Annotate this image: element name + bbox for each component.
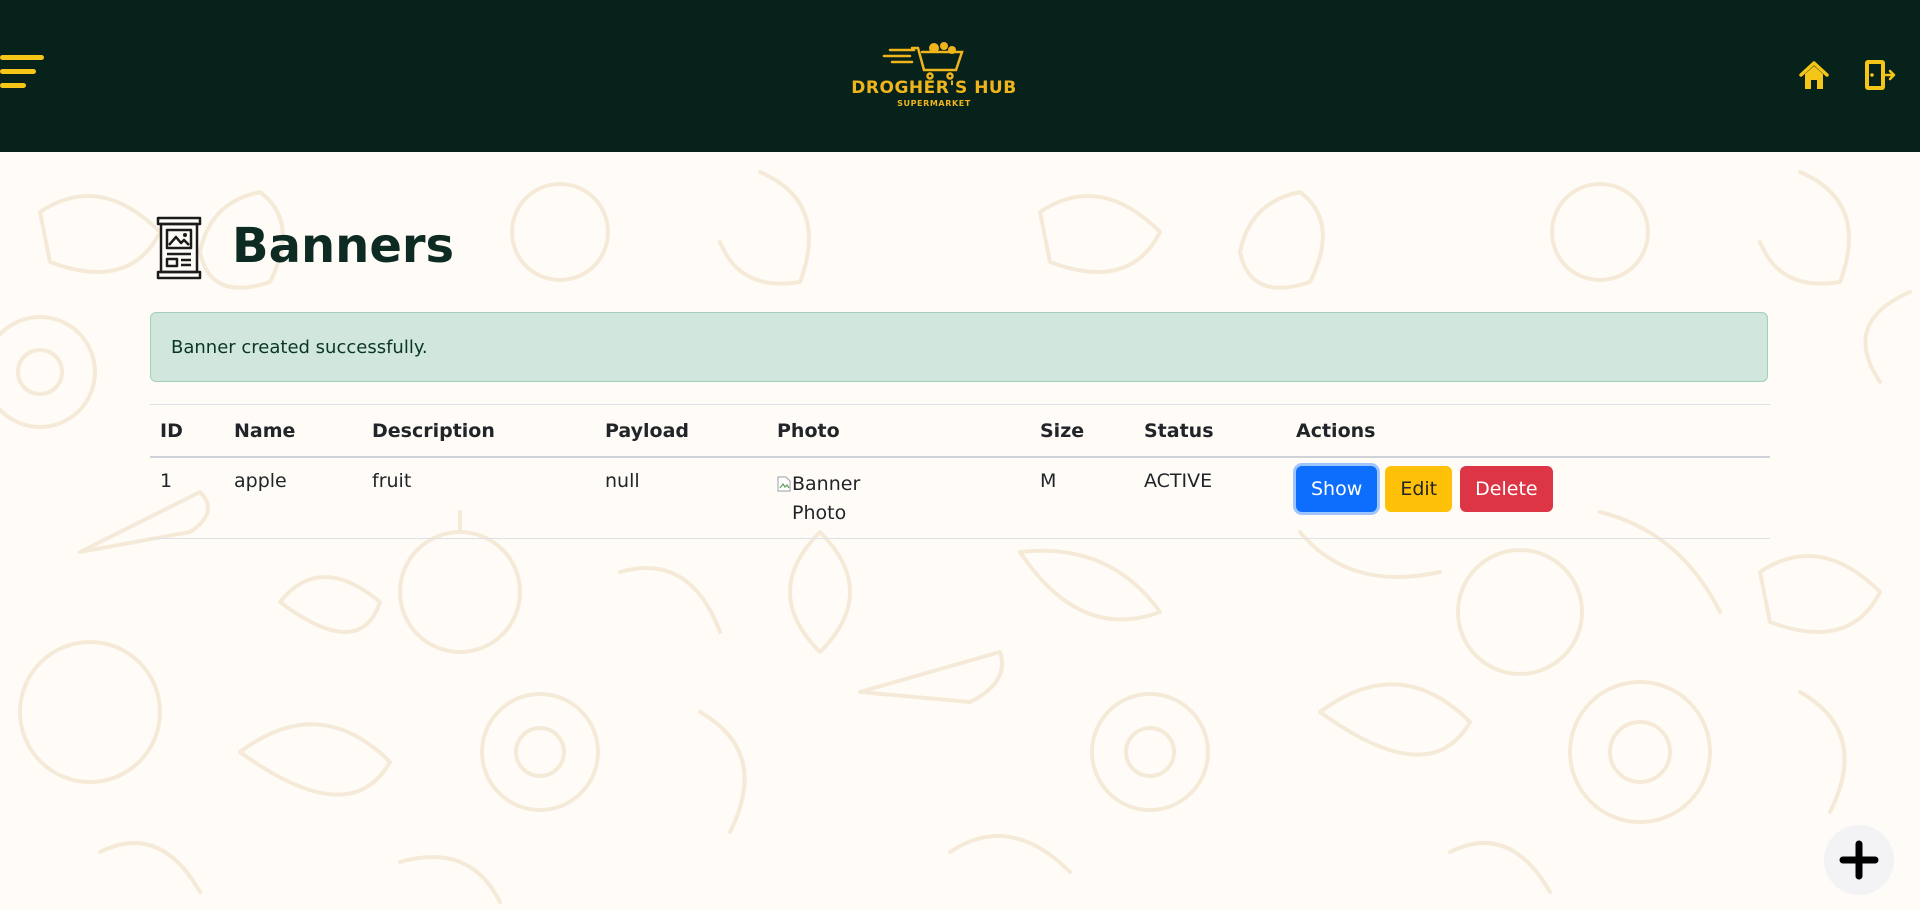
column-header-status: Status xyxy=(1134,404,1286,458)
cell-size: M xyxy=(1030,457,1134,539)
hamburger-menu-icon[interactable] xyxy=(0,55,46,95)
logo-text: DROGHER'S HUB xyxy=(851,78,1017,98)
broken-image-icon xyxy=(777,472,791,492)
banner-icon xyxy=(156,216,202,280)
banners-table: ID Name Description Payload Photo Size S… xyxy=(150,404,1770,539)
column-header-size: Size xyxy=(1030,404,1134,458)
column-header-name: Name xyxy=(224,404,362,458)
column-header-payload: Payload xyxy=(595,404,767,458)
brand-logo[interactable]: DROGHER'S HUB SUPERMARKET xyxy=(838,40,1030,114)
column-header-id: ID xyxy=(150,404,224,458)
cart-icon xyxy=(882,42,964,80)
table-header-row: ID Name Description Payload Photo Size S… xyxy=(150,404,1770,458)
plus-icon xyxy=(1839,840,1879,880)
table-row: 1 apple fruit null Banner Photo M ACTIVE… xyxy=(150,457,1770,539)
delete-button[interactable]: Delete xyxy=(1460,466,1553,512)
home-icon[interactable] xyxy=(1798,60,1830,92)
add-banner-button[interactable] xyxy=(1824,825,1894,895)
cell-id: 1 xyxy=(150,457,224,539)
cell-photo: Banner Photo xyxy=(767,457,1030,539)
success-alert: Banner created successfully. xyxy=(150,312,1768,382)
cell-description: fruit xyxy=(362,457,595,539)
top-navbar: DROGHER'S HUB SUPERMARKET xyxy=(0,0,1920,152)
cell-status: ACTIVE xyxy=(1134,457,1286,539)
logo-subtext: SUPERMARKET xyxy=(897,99,971,108)
cell-name: apple xyxy=(224,457,362,539)
column-header-description: Description xyxy=(362,404,595,458)
column-header-actions: Actions xyxy=(1286,404,1770,458)
cell-payload: null xyxy=(595,457,767,539)
show-button[interactable]: Show xyxy=(1296,466,1378,512)
cell-actions: Show Edit Delete xyxy=(1286,457,1770,539)
edit-button[interactable]: Edit xyxy=(1385,466,1453,512)
logout-icon[interactable] xyxy=(1862,58,1896,92)
column-header-photo: Photo xyxy=(767,404,1030,458)
page-title: Banners xyxy=(232,218,455,274)
banner-photo-alt-text: Banner Photo xyxy=(792,473,861,524)
